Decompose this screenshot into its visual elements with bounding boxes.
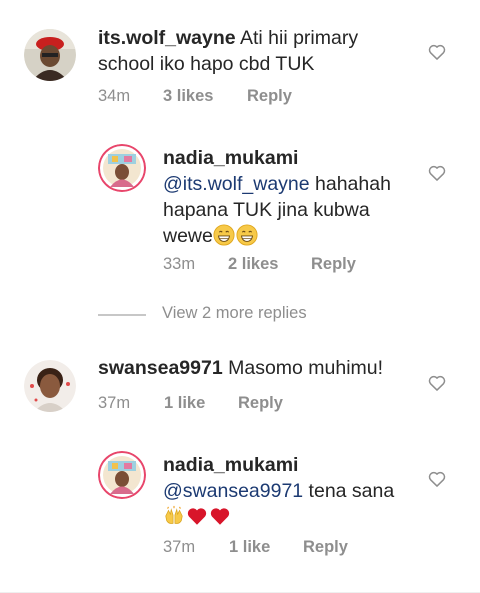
heart-outline-icon[interactable] (427, 469, 447, 489)
comment-time: 37m (98, 394, 131, 412)
comment-text: nadia_mukami @its.wolf_wayne hahahah hap… (163, 147, 391, 247)
comment-text: nadia_mukami @swansea9971 tena sana (163, 452, 423, 530)
reply-button[interactable]: Reply (311, 255, 356, 274)
grinning-face-emoji (236, 224, 258, 246)
comment-time: 33m (163, 255, 196, 273)
likes-count[interactable]: 1 like (164, 394, 205, 413)
avatar[interactable] (98, 451, 146, 499)
comment-meta: 37m 1 like Reply (98, 394, 398, 414)
comment-username[interactable]: its.wolf_wayne (98, 27, 236, 49)
divider (98, 314, 146, 316)
comment-time: 34m (98, 87, 131, 105)
heart-outline-icon[interactable] (427, 373, 447, 393)
mention-link[interactable]: @its.wolf_wayne (163, 173, 310, 195)
likes-count[interactable]: 3 likes (163, 87, 213, 106)
comment-username[interactable]: swansea9971 (98, 357, 223, 379)
view-more-label[interactable]: View 2 more replies (162, 304, 307, 323)
comment-text: swansea9971 Masomo muhimu! (98, 357, 384, 379)
likes-count[interactable]: 1 like (229, 538, 270, 557)
comment-text: its.wolf_wayne Ati hii primary school ik… (98, 27, 359, 75)
comment-meta: 34m 3 likes Reply (98, 87, 398, 107)
raising-hands-emoji (165, 505, 183, 524)
comment-username[interactable]: nadia_mukami (163, 147, 298, 169)
comment-username[interactable]: nadia_mukami (163, 454, 298, 476)
reply-button[interactable]: Reply (303, 538, 348, 557)
comment-time: 37m (163, 538, 196, 556)
avatar[interactable] (24, 29, 76, 81)
heart-outline-icon[interactable] (427, 163, 447, 183)
reply-button[interactable]: Reply (247, 87, 292, 106)
likes-count[interactable]: 2 likes (228, 255, 278, 274)
reply-button[interactable]: Reply (238, 394, 283, 413)
mention-link[interactable]: @swansea9971 (163, 480, 303, 502)
avatar[interactable] (24, 360, 76, 412)
avatar[interactable] (98, 144, 146, 192)
heart-outline-icon[interactable] (427, 42, 447, 62)
grinning-face-emoji (213, 224, 235, 246)
red-heart-emoji (210, 508, 230, 525)
red-heart-emoji (187, 508, 207, 525)
comment-meta: 33m 2 likes Reply (163, 255, 423, 275)
comment-meta: 37m 1 like Reply (163, 538, 423, 558)
